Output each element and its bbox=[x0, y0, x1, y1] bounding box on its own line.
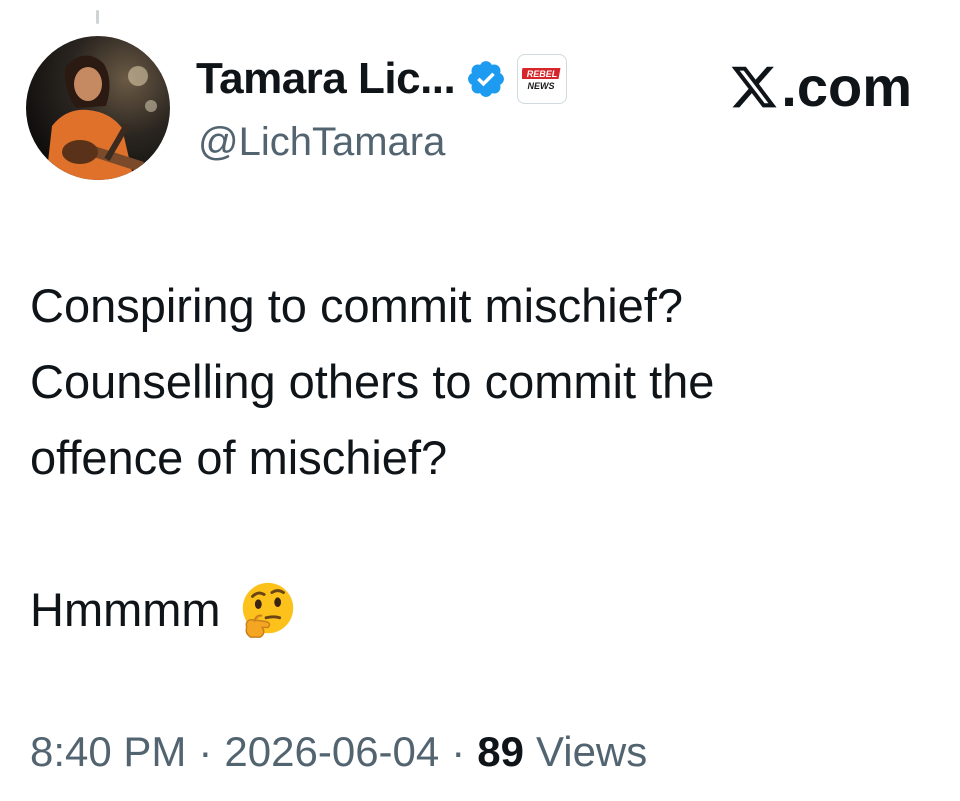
user-handle[interactable]: @LichTamara bbox=[198, 120, 445, 165]
badge-line-1: REBEL bbox=[527, 69, 558, 79]
tweet-line: Counselling others to commit the bbox=[30, 355, 715, 408]
tweet-date[interactable]: 2026-06-04 bbox=[224, 728, 439, 776]
scroll-indicator bbox=[96, 10, 99, 24]
views-count[interactable]: 89 bbox=[477, 728, 524, 776]
tweet-line: offence of mischief? bbox=[30, 431, 448, 484]
watermark-domain: .com bbox=[781, 55, 912, 118]
badge-line-2: NEWS bbox=[528, 81, 555, 91]
avatar[interactable] bbox=[26, 36, 170, 180]
meta-separator: · bbox=[451, 728, 466, 775]
closing-text: Hmmmm bbox=[30, 583, 221, 636]
tweet-line: Conspiring to commit mischief? bbox=[30, 279, 683, 332]
tweet-meta: 8:40 PM · 2026-06-04 · 89 Views bbox=[30, 728, 647, 776]
thinking-face-icon bbox=[242, 582, 293, 638]
closing-line: Hmmmm bbox=[30, 572, 930, 648]
x-logo-icon bbox=[731, 66, 777, 107]
views-label[interactable]: Views bbox=[536, 728, 647, 776]
x-com-watermark: .com bbox=[729, 54, 912, 119]
name-row: Tamara Lic... REBEL NEWS bbox=[196, 54, 568, 104]
meta-separator: · bbox=[198, 728, 213, 775]
display-name[interactable]: Tamara Lic... bbox=[196, 54, 456, 104]
tweet-text: Conspiring to commit mischief? Counselli… bbox=[30, 268, 930, 648]
avatar-image bbox=[26, 36, 170, 180]
rebel-news-logo-icon: REBEL NEWS bbox=[522, 68, 561, 91]
verified-badge-icon[interactable] bbox=[465, 58, 507, 100]
tweet-header: Tamara Lic... REBEL NEWS @LichTamara .co… bbox=[26, 36, 920, 186]
tweet-time[interactable]: 8:40 PM bbox=[30, 728, 186, 776]
affiliation-badge[interactable]: REBEL NEWS bbox=[517, 54, 568, 104]
